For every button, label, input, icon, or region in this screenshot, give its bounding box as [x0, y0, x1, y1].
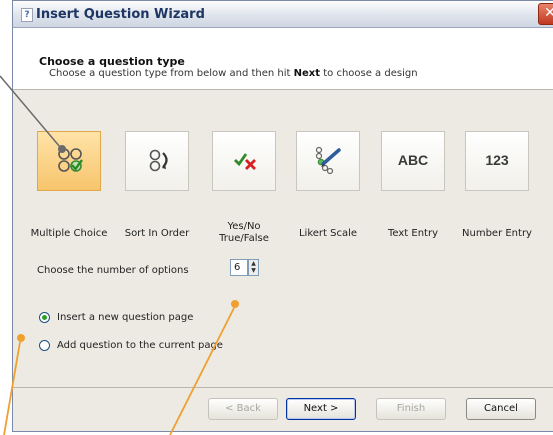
radio-current-page[interactable]	[39, 340, 50, 351]
label-yes-no: Yes/No True/False	[199, 221, 289, 245]
type-button-text-entry[interactable]: ABC	[381, 131, 445, 191]
spin-down-icon[interactable]: ▼	[249, 267, 258, 274]
header-desc-suffix: to choose a design	[320, 68, 418, 79]
close-button[interactable]: ✕	[538, 3, 553, 25]
radio-current-page-label[interactable]: Add question to the current page	[57, 340, 223, 351]
type-button-multiple-choice[interactable]	[37, 131, 101, 191]
multiple-choice-icon	[58, 148, 83, 172]
options-count-label: Choose the number of options	[37, 265, 189, 276]
radio-new-page-label[interactable]: Insert a new question page	[57, 312, 193, 323]
label-yes-no-line2: True/False	[219, 233, 269, 244]
options-count-spinner[interactable]: ▲ ▼	[248, 259, 259, 276]
wizard-window: ? Insert Question Wizard ✕ Choose a ques…	[12, 0, 553, 432]
type-button-sort-order[interactable]	[125, 131, 189, 191]
wizard-header: Choose a question type Choose a question…	[13, 28, 553, 90]
label-sort-order: Sort In Order	[124, 228, 190, 239]
type-button-number-entry[interactable]: 123	[465, 131, 529, 191]
title-bar: ? Insert Question Wizard ✕	[13, 1, 553, 28]
sort-order-icon	[149, 149, 168, 172]
yes-no-icon	[234, 153, 256, 170]
header-description: Choose a question type from below and th…	[49, 68, 418, 79]
radio-new-page[interactable]	[39, 312, 50, 323]
label-multiple-choice: Multiple Choice	[30, 228, 108, 239]
label-likert-scale: Likert Scale	[298, 228, 358, 239]
header-desc-bold: Next	[293, 68, 321, 79]
finish-button[interactable]: Finish	[376, 398, 446, 420]
abc-icon: ABC	[397, 152, 429, 168]
header-desc-prefix: Choose a question type from below and th…	[49, 68, 294, 79]
number-icon: 123	[485, 152, 509, 168]
window-title: Insert Question Wizard	[36, 7, 205, 22]
footer-separator	[13, 387, 553, 388]
label-text-entry: Text Entry	[387, 228, 438, 239]
label-yes-no-line1: Yes/No	[227, 221, 261, 232]
header-title: Choose a question type	[39, 55, 185, 68]
spin-up-icon[interactable]: ▲	[249, 260, 258, 267]
options-count-input[interactable]: 6	[230, 259, 248, 276]
type-button-likert-scale[interactable]	[296, 131, 360, 191]
likert-scale-icon	[315, 146, 341, 175]
type-button-yes-no[interactable]	[212, 131, 276, 191]
back-button[interactable]: < Back	[208, 398, 278, 420]
next-button[interactable]: Next >	[286, 398, 356, 420]
help-icon: ?	[21, 8, 33, 22]
cancel-button[interactable]: Cancel	[466, 398, 536, 420]
label-number-entry: Number Entry	[462, 228, 532, 239]
